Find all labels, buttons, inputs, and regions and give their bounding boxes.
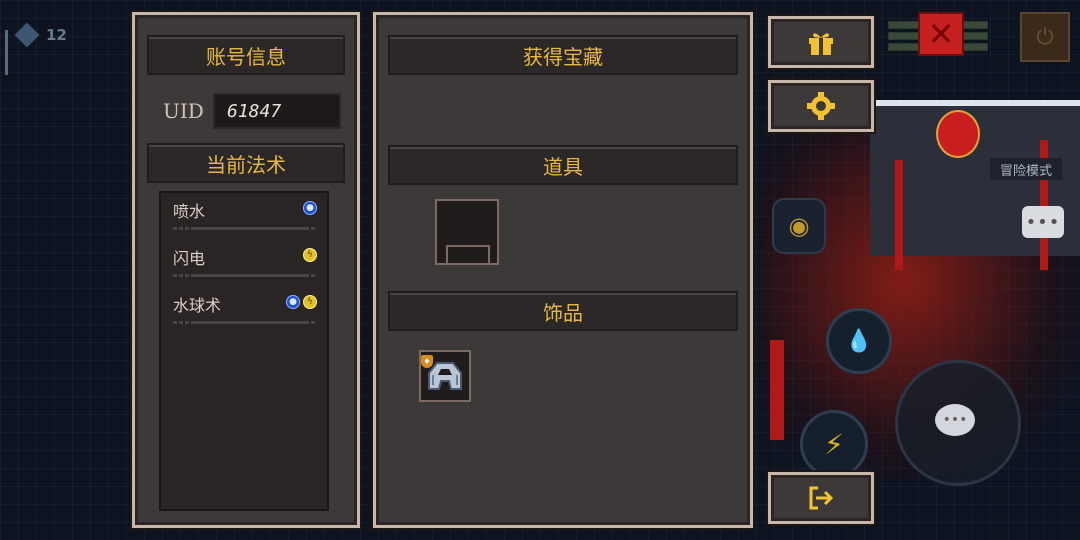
accessory-slot[interactable]: ♦ xyxy=(419,350,471,402)
account-panel: 账号信息 UID 61847 当前法术 喷水 ● 闪电 ϟ 水球术 ● ϟ xyxy=(132,12,360,528)
gift-icon xyxy=(809,33,833,55)
water-skill-icon[interactable]: 💧 xyxy=(826,308,892,374)
chat-icon[interactable]: ••• xyxy=(1022,206,1064,238)
current-spells-title: 当前法术 xyxy=(206,152,286,177)
account-info-title: 账号信息 xyxy=(206,44,286,69)
props-header: 道具 xyxy=(388,145,738,185)
shield-badge-icon: ♦ xyxy=(421,355,433,368)
spell-item[interactable]: 水球术 ● ϟ xyxy=(161,287,327,334)
spell-item[interactable]: 喷水 ● xyxy=(161,193,327,240)
spell-name: 闪电 xyxy=(173,249,206,268)
accessories-header: 饰品 xyxy=(388,291,738,331)
current-spells-header: 当前法术 xyxy=(147,143,345,183)
treasure-panel: 获得宝藏 道具 饰品 ♦ xyxy=(373,12,753,528)
divider xyxy=(173,321,317,324)
uid-row: UID 61847 xyxy=(163,93,341,129)
joystick-knob-icon[interactable]: ••• xyxy=(935,404,975,436)
account-info-header: 账号信息 xyxy=(147,35,345,75)
spell-item[interactable]: 闪电 ϟ xyxy=(161,240,327,287)
lightning-skill-icon[interactable]: ⚡ xyxy=(800,410,868,478)
uid-label: UID xyxy=(163,99,204,123)
mode-label: 冒险模式 xyxy=(990,158,1063,180)
gift-button[interactable] xyxy=(768,16,874,68)
lightning-icon: ϟ xyxy=(303,295,317,309)
divider xyxy=(173,227,317,230)
exit-button[interactable] xyxy=(768,472,874,524)
gear-icon xyxy=(807,92,835,120)
treasure-header: 获得宝藏 xyxy=(388,35,738,75)
accessory-cloak-icon: ♦ xyxy=(421,355,463,391)
prop-slot-base xyxy=(446,245,490,265)
power-icon[interactable]: ⏻ xyxy=(1020,12,1070,62)
accessories-title: 饰品 xyxy=(543,300,583,325)
spell-name: 水球术 xyxy=(173,296,222,315)
water-icon: ● xyxy=(303,201,317,215)
exit-icon xyxy=(809,486,834,510)
divider xyxy=(173,274,317,277)
spell-name: 喷水 xyxy=(173,202,206,221)
uid-value[interactable]: 61847 xyxy=(213,93,341,129)
lightbulb-icon[interactable]: ◉ xyxy=(772,198,826,254)
prop-slot[interactable] xyxy=(435,199,499,265)
water-icon: ● xyxy=(286,295,300,309)
props-title: 道具 xyxy=(543,154,583,179)
close-icon[interactable]: ✕ xyxy=(918,12,964,56)
spell-list: 喷水 ● 闪电 ϟ 水球术 ● ϟ xyxy=(159,191,329,511)
settings-button[interactable] xyxy=(768,80,874,132)
treasure-title: 获得宝藏 xyxy=(523,44,603,69)
lightning-icon: ϟ xyxy=(303,248,317,262)
